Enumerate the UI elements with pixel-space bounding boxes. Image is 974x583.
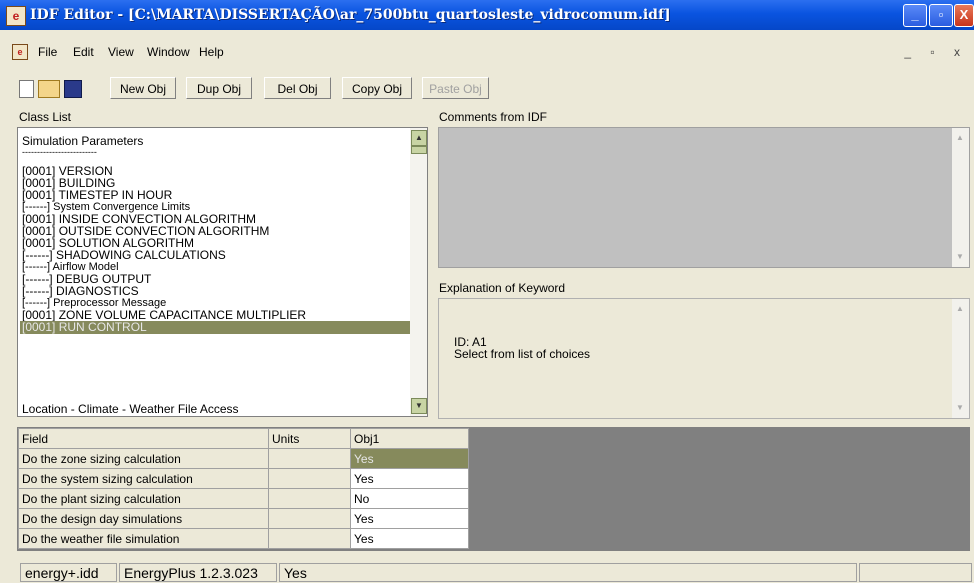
scroll-up-icon[interactable]: ▲	[411, 130, 427, 146]
comments-scrollbar[interactable]: ▲ ▼	[952, 128, 969, 267]
menu-window[interactable]: Window	[147, 45, 190, 59]
paste-obj-button[interactable]: Paste Obj	[422, 77, 489, 99]
field-value[interactable]: Yes	[350, 508, 469, 529]
field-name: Do the system sizing calculation	[18, 468, 269, 489]
menu-bar: e File Edit View Window Help _ ▫ x	[0, 40, 974, 62]
grid-header-field: Field	[18, 428, 269, 449]
comments-label: Comments from IDF	[439, 110, 548, 124]
list-item[interactable]: [------] SHADOWING CALCULATIONS	[22, 249, 412, 261]
class-list-label: Class List	[19, 110, 72, 124]
scroll-down-icon[interactable]: ▼	[411, 398, 427, 414]
window-title: IDF Editor - [C:\MARTA\DISSERTAÇÃO\ar_75…	[30, 7, 671, 23]
field-grid: Field Units Obj1 Do the zone sizing calc…	[17, 427, 970, 551]
table-row: Do the zone sizing calculation Yes	[18, 448, 469, 469]
field-units	[268, 468, 351, 489]
status-value: Yes	[279, 563, 857, 582]
field-value[interactable]: Yes	[350, 468, 469, 489]
grid-header-units: Units	[268, 428, 351, 449]
copy-obj-button[interactable]: Copy Obj	[342, 77, 412, 99]
class-list[interactable]: Simulation Parameters ------------------…	[17, 127, 428, 417]
explanation-textbox: ID: A1 Select from list of choices ▲ ▼	[438, 298, 970, 419]
status-idd: energy+.idd	[20, 563, 117, 582]
explanation-label: Explanation of Keyword	[439, 281, 566, 295]
scroll-thumb[interactable]	[411, 146, 427, 154]
scroll-down-icon[interactable]: ▼	[954, 251, 966, 263]
field-units	[268, 448, 351, 469]
scroll-up-icon[interactable]: ▲	[954, 303, 966, 315]
field-value[interactable]: No	[350, 488, 469, 509]
dup-obj-button[interactable]: Dup Obj	[186, 77, 252, 99]
grid-header-obj1[interactable]: Obj1	[350, 428, 469, 449]
list-item[interactable]: [0001] TIMESTEP IN HOUR	[22, 189, 412, 201]
class-list-scrollbar[interactable]: ▲ ▼	[410, 128, 427, 416]
menu-edit[interactable]: Edit	[73, 45, 94, 59]
list-item-category[interactable]: Location - Climate - Weather File Access	[22, 403, 412, 415]
comments-textbox[interactable]: ▲ ▼	[438, 127, 970, 268]
table-row: Do the design day simulations Yes	[18, 508, 469, 529]
new-file-icon[interactable]	[19, 80, 34, 98]
scroll-up-icon[interactable]: ▲	[954, 132, 966, 144]
minimize-button[interactable]: _	[903, 4, 927, 27]
scroll-down-icon[interactable]: ▼	[954, 402, 966, 414]
save-icon[interactable]	[64, 80, 82, 98]
list-item[interactable]: [------] DIAGNOSTICS	[22, 285, 412, 297]
field-value[interactable]: Yes	[350, 528, 469, 549]
menu-file[interactable]: File	[38, 45, 57, 59]
status-version: EnergyPlus 1.2.3.023	[119, 563, 277, 582]
del-obj-button[interactable]: Del Obj	[264, 77, 331, 99]
field-name: Do the design day simulations	[18, 508, 269, 529]
mdi-controls[interactable]: _ ▫ x	[904, 45, 968, 59]
status-bar: energy+.idd EnergyPlus 1.2.3.023 Yes	[0, 558, 974, 582]
maximize-button[interactable]: ▫	[929, 4, 953, 27]
explanation-scrollbar[interactable]: ▲ ▼	[952, 299, 969, 418]
table-row: Do the plant sizing calculation No	[18, 488, 469, 509]
open-folder-icon[interactable]	[38, 80, 60, 98]
explanation-text: ID: A1 Select from list of choices	[454, 335, 591, 361]
toolbar: New Obj Dup Obj Del Obj Copy Obj Paste O…	[0, 70, 974, 104]
menu-help[interactable]: Help	[199, 45, 224, 59]
title-bar: e IDF Editor - [C:\MARTA\DISSERTAÇÃO\ar_…	[0, 0, 974, 30]
status-extra	[859, 563, 972, 582]
field-value[interactable]: Yes	[350, 448, 469, 469]
table-row: Do the weather file simulation Yes	[18, 528, 469, 549]
field-units	[268, 488, 351, 509]
list-item[interactable]: -------------------------	[22, 146, 412, 158]
field-units	[268, 528, 351, 549]
field-name: Do the zone sizing calculation	[18, 448, 269, 469]
field-name: Do the plant sizing calculation	[18, 488, 269, 509]
document-icon[interactable]: e	[12, 44, 28, 60]
menu-view[interactable]: View	[108, 45, 134, 59]
table-row: Do the system sizing calculation Yes	[18, 468, 469, 489]
app-icon[interactable]: e	[6, 6, 26, 26]
field-units	[268, 508, 351, 529]
close-button[interactable]: X	[954, 4, 974, 27]
field-name: Do the weather file simulation	[18, 528, 269, 549]
new-obj-button[interactable]: New Obj	[110, 77, 176, 99]
list-item-selected[interactable]: [0001] RUN CONTROL	[20, 321, 413, 334]
